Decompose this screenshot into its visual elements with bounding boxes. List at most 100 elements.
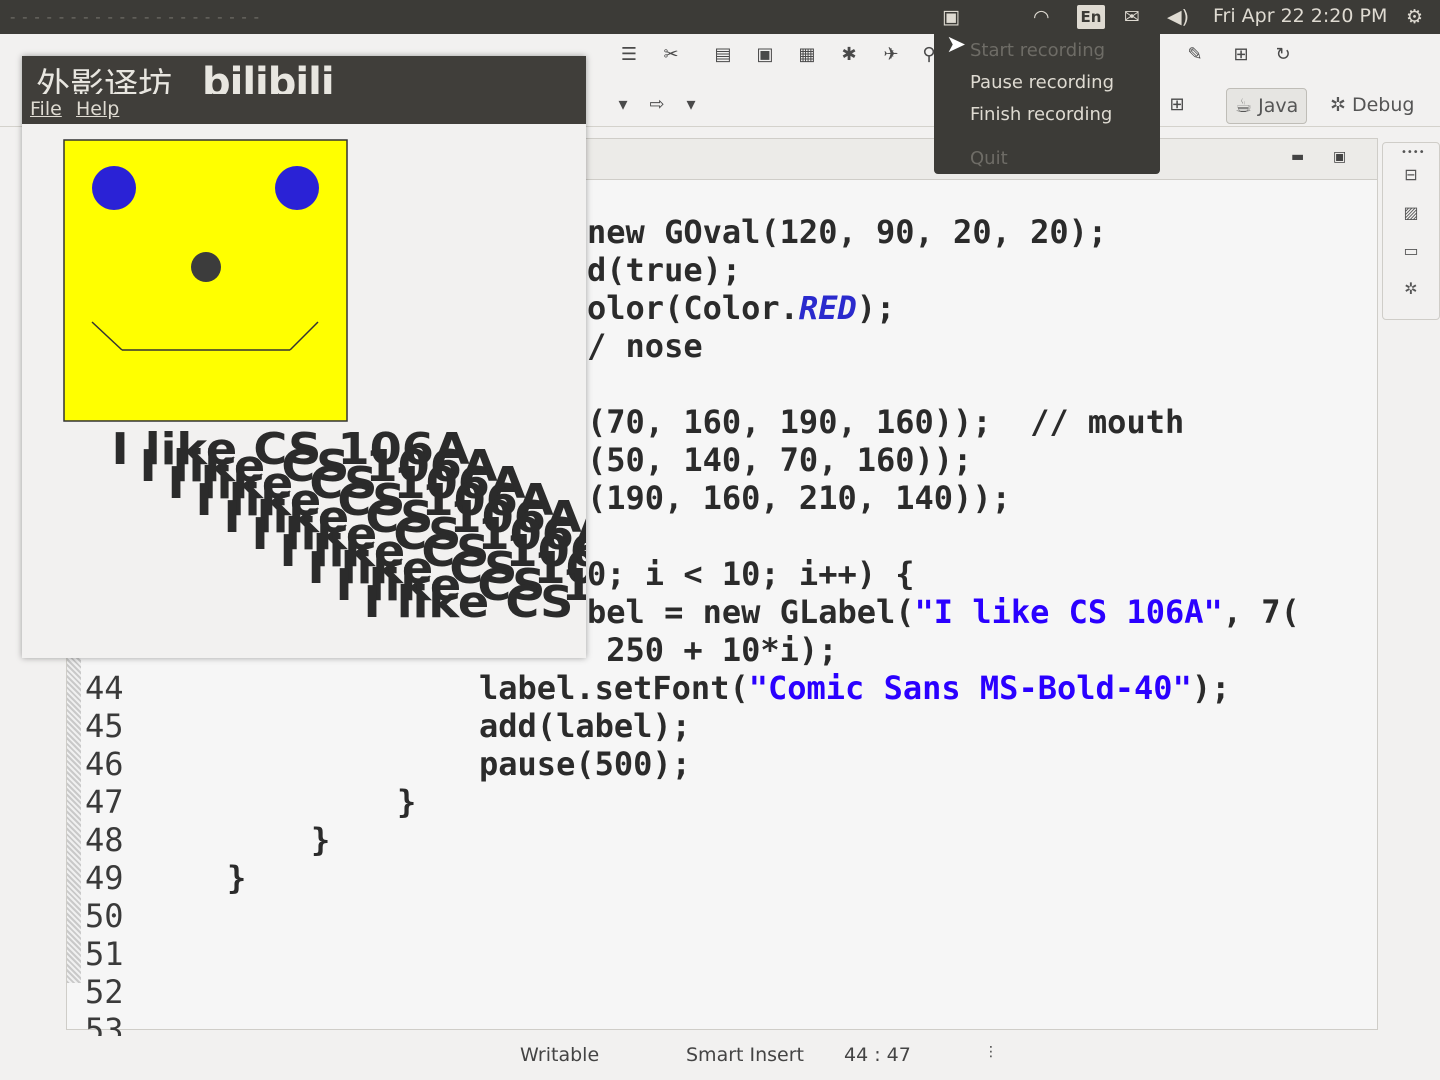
outline-view-icon[interactable]: ⊟ bbox=[1401, 165, 1421, 185]
nav-forward-icon[interactable]: ⇨ bbox=[646, 94, 668, 116]
code-line[interactable]: label.setFont("Comic Sans MS-Bold-40"); bbox=[479, 669, 1230, 707]
debug-perspective-button[interactable]: ✲ Debug bbox=[1322, 88, 1422, 122]
line-number: 44 bbox=[85, 669, 124, 707]
code-line[interactable]: } bbox=[227, 859, 246, 897]
status-cursor-position: 44 : 47 bbox=[844, 1044, 911, 1066]
toolbar-debug-icon[interactable]: ✎ bbox=[1184, 44, 1206, 66]
code-line[interactable]: add(label); bbox=[479, 707, 691, 745]
line-number: 50 bbox=[85, 897, 124, 935]
code-token: } bbox=[227, 859, 247, 897]
code-token: pause(500); bbox=[479, 745, 691, 783]
recorder-icon[interactable]: ▣ bbox=[942, 6, 960, 28]
line-number: 52 bbox=[85, 973, 124, 1011]
debug-perspective-icon: ✲ bbox=[1330, 94, 1346, 116]
code-line[interactable]: (190, 160, 210, 140)); bbox=[587, 479, 1011, 517]
code-line[interactable]: / nose bbox=[587, 327, 703, 365]
code-line[interactable]: pause(500); bbox=[479, 745, 691, 783]
graphics-canvas: I like CS 106A I like CS 106A I like CS 10… bbox=[22, 124, 586, 658]
clock[interactable]: Fri Apr 22 2:20 PM bbox=[1213, 5, 1387, 27]
toolbar-run-icon[interactable]: ✈ bbox=[880, 44, 902, 66]
bug-view-icon[interactable]: ✲ bbox=[1401, 279, 1421, 299]
toolbar-grid-icon[interactable]: ▦ bbox=[796, 44, 818, 66]
code-token: olor(Color. bbox=[587, 289, 799, 327]
code-line[interactable]: 0; i < 10; i++) { bbox=[587, 555, 915, 593]
code-line[interactable]: (70, 160, 190, 160)); // mouth bbox=[587, 403, 1184, 441]
java-perspective-label: Java bbox=[1258, 95, 1299, 117]
code-token: } bbox=[311, 821, 331, 859]
code-line[interactable]: } bbox=[397, 783, 416, 821]
code-token: bel = new GLabel( bbox=[587, 593, 915, 631]
code-line[interactable]: bel = new GLabel("I like CS 106A", 7( bbox=[587, 593, 1300, 631]
recording-menu: Start recording Pause recording Finish r… bbox=[934, 34, 1160, 174]
code-token: ); bbox=[856, 289, 896, 327]
code-token: RED bbox=[798, 289, 857, 327]
nose bbox=[191, 252, 221, 282]
panel-left-text: - - - - - - - - - - - - - - - - - - - - … bbox=[10, 8, 261, 26]
code-line[interactable]: d(true); bbox=[587, 251, 741, 289]
java-perspective-button[interactable]: ☕ Java bbox=[1226, 88, 1308, 124]
code-token: (50, 140, 70, 160)); bbox=[587, 441, 973, 479]
status-bar: Writable Smart Insert 44 : 47 ⋮ bbox=[0, 1036, 1440, 1080]
menu-finish-recording[interactable]: Finish recording bbox=[970, 104, 1112, 125]
toolbar-history-icon[interactable]: ↻ bbox=[1272, 44, 1294, 66]
menu-help[interactable]: Help bbox=[76, 98, 119, 120]
code-token: new GOval(120, 90, 20, 20); bbox=[587, 213, 1108, 251]
volume-icon[interactable]: ◀) bbox=[1167, 6, 1189, 28]
code-line[interactable]: (50, 140, 70, 160)); bbox=[587, 441, 972, 479]
status-insert-mode: Smart Insert bbox=[686, 1044, 805, 1066]
menu-pause-recording[interactable]: Pause recording bbox=[970, 72, 1114, 93]
code-line[interactable]: 250 + 10*i); bbox=[587, 631, 837, 669]
keyboard-layout-indicator[interactable]: En bbox=[1077, 5, 1105, 29]
code-token: ); bbox=[1191, 669, 1231, 707]
menu-file[interactable]: File bbox=[30, 98, 62, 120]
code-token: add(label); bbox=[479, 707, 691, 745]
console-view-icon[interactable]: ▭ bbox=[1401, 241, 1421, 261]
java-app-window: 外影译坊 bilibili File Help I like CS 106A I … bbox=[22, 56, 586, 658]
line-number: 46 bbox=[85, 745, 124, 783]
code-token: "I like CS 106A" bbox=[914, 593, 1223, 631]
glabel-text: I like CS 106A bbox=[363, 577, 586, 628]
line-number: 48 bbox=[85, 821, 124, 859]
code-token: (70, 160, 190, 160)); // mouth bbox=[587, 403, 1185, 441]
menu-start-recording[interactable]: Start recording bbox=[970, 40, 1105, 61]
toolbar-list-icon[interactable]: ☰ bbox=[618, 44, 640, 66]
nav-back-icon[interactable]: ▾ bbox=[612, 94, 634, 116]
status-separator: ⋮ bbox=[984, 1044, 998, 1060]
debug-perspective-label: Debug bbox=[1351, 94, 1415, 116]
code-token: / nose bbox=[587, 327, 703, 365]
status-writable: Writable bbox=[520, 1044, 600, 1066]
code-token: 250 + 10*i); bbox=[587, 631, 838, 669]
maximize-icon[interactable]: ▣ bbox=[1333, 149, 1346, 165]
code-line[interactable]: new GOval(120, 90, 20, 20); bbox=[587, 213, 1107, 251]
mouse-cursor-icon: ➤ bbox=[946, 30, 967, 58]
wifi-icon[interactable]: ◠ bbox=[1033, 6, 1050, 28]
tasks-view-icon[interactable]: ▨ bbox=[1401, 203, 1421, 223]
top-panel: - - - - - - - - - - - - - - - - - - - - … bbox=[0, 0, 1440, 34]
toolbar-save-icon[interactable]: ▣ bbox=[754, 44, 776, 66]
toolbar-refresh-icon[interactable]: ✱ bbox=[838, 44, 860, 66]
toolbar-new-icon[interactable]: ▤ bbox=[712, 44, 734, 66]
line-number: 49 bbox=[85, 859, 124, 897]
open-perspective-icon[interactable]: ⊞ bbox=[1166, 94, 1188, 116]
left-eye bbox=[92, 166, 136, 210]
side-view-strip: •••• ⊟ ▨ ▭ ✲ bbox=[1382, 142, 1440, 320]
menu-quit[interactable]: Quit bbox=[970, 148, 1008, 169]
code-token: d(true); bbox=[587, 251, 742, 289]
strip-handle-icon: •••• bbox=[1401, 147, 1425, 158]
mail-icon[interactable]: ✉ bbox=[1124, 6, 1140, 28]
code-token: } bbox=[397, 783, 417, 821]
java-perspective-icon: ☕ bbox=[1235, 95, 1253, 117]
code-token: , 7( bbox=[1222, 593, 1300, 631]
minimize-icon[interactable]: ▬ bbox=[1291, 149, 1304, 165]
line-number: 45 bbox=[85, 707, 124, 745]
code-token: (190, 160, 210, 140)); bbox=[587, 479, 1011, 517]
nav-dropdown-icon[interactable]: ▾ bbox=[680, 94, 702, 116]
code-token: 0; i < 10; i++) { bbox=[587, 555, 915, 593]
code-string: "Comic Sans MS-Bold-40" bbox=[748, 669, 1192, 707]
toolbar-structure-icon[interactable]: ⊞ bbox=[1230, 44, 1252, 66]
gear-icon[interactable]: ⚙ bbox=[1406, 6, 1423, 28]
code-line[interactable]: olor(Color.RED); bbox=[587, 289, 895, 327]
right-eye bbox=[275, 166, 319, 210]
code-line[interactable]: } bbox=[311, 821, 330, 859]
toolbar-tools-icon[interactable]: ✂ bbox=[660, 44, 682, 66]
